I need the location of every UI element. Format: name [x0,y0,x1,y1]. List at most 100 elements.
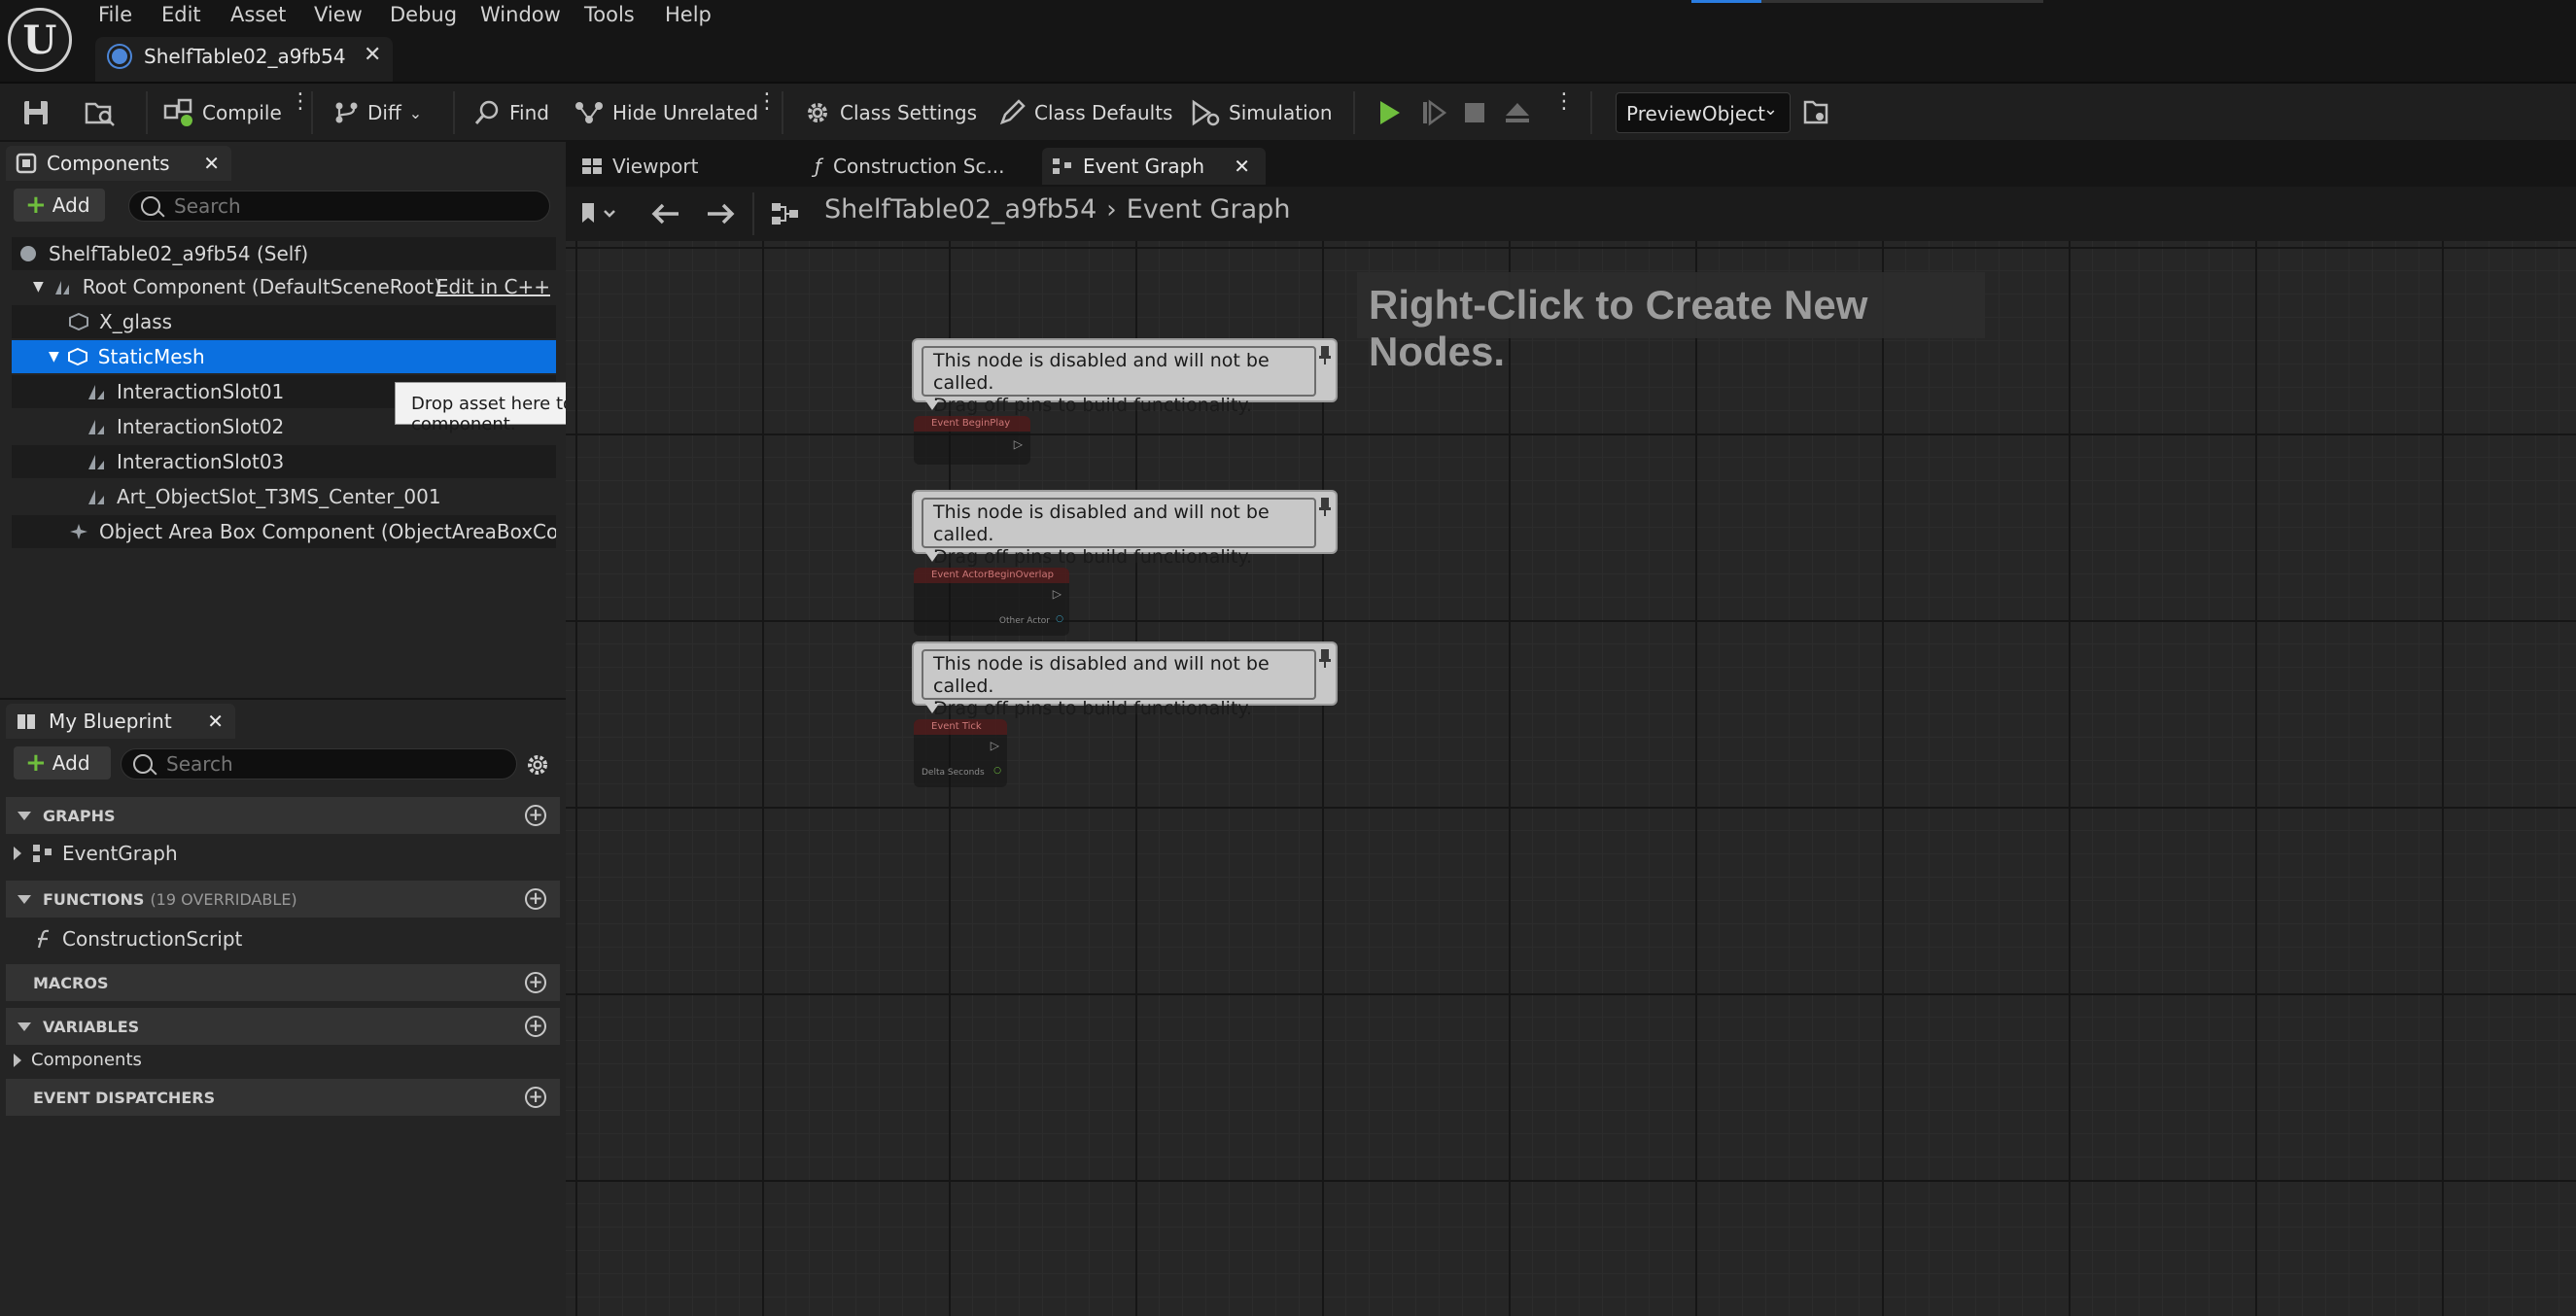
tree-row-art-object-slot[interactable]: Art_ObjectSlot_T3MS_Center_001 [12,480,556,513]
tree-row-x-glass[interactable]: X_glass [12,305,556,338]
category-event-dispatchers[interactable]: EVENT DISPATCHERS + [6,1079,560,1116]
menu-help[interactable]: Help [665,3,712,26]
components-search[interactable] [128,190,550,222]
construction-script-label: ConstructionScript [62,927,243,951]
comment-text: This node is disabled and will not be ca… [922,649,1316,719]
menu-file[interactable]: File [98,3,132,26]
play-options-icon[interactable]: ⋮ [1553,91,1575,113]
toolbar-separator [1353,91,1355,134]
category-functions[interactable]: FUNCTIONS (19 OVERRIDABLE) + [6,881,560,918]
bookmark-button[interactable] [579,200,620,231]
hide-unrelated-button[interactable]: Hide Unrelated [574,91,758,134]
add-function-icon[interactable]: + [525,888,546,910]
tree-row-root-component[interactable]: ▼ Root Component (DefaultSceneRoot) Edit… [12,270,556,303]
event-graph-icon [33,845,52,862]
pin-icon [1319,649,1331,668]
tree-row-self[interactable]: ShelfTable02_a9fb54 (Self) [12,237,556,270]
expand-arrow-icon[interactable] [14,1053,21,1067]
debug-object-select[interactable]: PreviewObject ⌄ [1616,92,1791,133]
menu-view[interactable]: View [314,3,363,26]
event-tick-node[interactable]: Event Tick ▷ Delta Seconds ○ [914,719,1007,787]
breadcrumb-blueprint[interactable]: ShelfTable02_a9fb54 [824,194,1097,225]
menu-debug[interactable]: Debug [390,3,457,26]
exec-pin-icon[interactable]: ▷ [1014,437,1023,451]
menu-edit[interactable]: Edit [161,3,201,26]
category-label: FUNCTIONS [43,889,145,909]
tree-row-static-mesh[interactable]: ▼ StaticMesh [12,340,556,373]
menu-window[interactable]: Window [480,3,561,26]
add-component-button[interactable]: + Add [14,189,105,222]
category-variables[interactable]: VARIABLES + [6,1008,560,1045]
back-button[interactable] [649,200,682,231]
search-icon [141,196,160,216]
close-panel-icon[interactable]: ✕ [207,710,224,733]
menu-tools[interactable]: Tools [584,3,635,26]
hide-unrelated-options-icon[interactable]: ⋮ [756,91,778,113]
graph-hint-text: Right-Click to Create New Nodes. [1357,272,1985,374]
debug-filter-button[interactable] [1802,91,1829,134]
toolbar-separator [453,91,455,134]
window-accent-bar [1691,0,1761,3]
class-defaults-button[interactable]: Class Defaults [997,91,1172,134]
simulation-icon [1192,99,1220,126]
float-pin-icon[interactable]: ○ [993,766,1001,776]
tab-construction-script[interactable]: ƒ Construction Sc... [805,148,1038,185]
tab-event-graph[interactable]: Event Graph ✕ [1042,148,1266,185]
add-macro-icon[interactable]: + [525,972,546,993]
add-event-dispatcher-icon[interactable]: + [525,1087,546,1108]
event-graph-label: EventGraph [62,842,178,865]
add-variable-icon[interactable]: + [525,1016,546,1037]
construction-script-item[interactable]: ConstructionScript [33,927,242,951]
document-tab[interactable]: ShelfTable02_a9fb54 ✕ [95,37,393,82]
tree-row-interaction-slot-03[interactable]: InteractionSlot03 [12,445,556,478]
collapse-arrow-icon[interactable]: ▼ [33,279,44,294]
components-tab[interactable]: Components ✕ [6,146,231,181]
compile-options-icon[interactable]: ⋮ [290,91,311,113]
static-mesh-icon [67,347,88,366]
compile-button[interactable]: Compile [163,91,282,134]
diff-button[interactable]: Diff ⌄ [332,91,422,134]
gear-icon [808,103,827,122]
menu-asset[interactable]: Asset [230,3,286,26]
tree-row-label: InteractionSlot01 [117,380,285,403]
category-macros[interactable]: MACROS + [6,964,560,1001]
exec-pin-icon[interactable]: ▷ [1053,587,1062,601]
find-button[interactable]: Find [472,91,549,134]
components-search-input[interactable] [174,194,543,218]
close-panel-icon[interactable]: ✕ [203,152,220,175]
exec-pin-icon[interactable]: ▷ [991,739,999,752]
add-graph-icon[interactable]: + [525,805,546,826]
add-member-button[interactable]: + Add [14,746,111,779]
close-tab-icon[interactable]: ✕ [364,43,381,67]
eject-button[interactable] [1503,91,1532,134]
breadcrumb-graph[interactable]: Event Graph [1127,194,1291,225]
simulation-button[interactable]: Simulation [1190,91,1333,134]
my-blueprint-tab[interactable]: My Blueprint ✕ [6,704,235,739]
event-actor-begin-overlap-node[interactable]: Event ActorBeginOverlap ▷ Other Actor ○ [914,568,1069,636]
browse-button[interactable] [84,91,117,134]
forward-button[interactable] [704,200,737,231]
tab-viewport[interactable]: Viewport [572,148,795,185]
play-button[interactable] [1375,91,1404,134]
disabled-node-comment: This node is disabled and will not be ca… [912,641,1338,719]
unreal-logo-icon[interactable]: U [8,8,72,72]
components-variable-group[interactable]: Components [14,1050,142,1070]
expand-arrow-icon[interactable] [14,847,21,860]
event-graph-item[interactable]: EventGraph [14,842,178,865]
event-begin-play-node[interactable]: Event BeginPlay ▷ [914,416,1030,465]
collapse-arrow-icon[interactable]: ▼ [49,349,59,364]
category-graphs[interactable]: GRAPHS + [6,797,560,834]
my-blueprint-search-input[interactable] [166,752,497,776]
settings-gear-button[interactable] [525,752,550,781]
my-blueprint-search[interactable] [121,748,517,779]
arrow-left-icon [651,203,679,225]
save-button[interactable] [21,91,51,134]
edit-in-cpp-link[interactable]: Edit in C++ [436,275,550,298]
stop-button[interactable] [1460,91,1489,134]
close-tab-icon[interactable]: ✕ [1234,155,1250,178]
event-graph-canvas[interactable]: Right-Click to Create New Nodes. This no… [566,241,2576,1316]
step-button[interactable] [1419,91,1448,134]
class-settings-button[interactable]: Class Settings [803,91,977,134]
object-pin-icon[interactable]: ○ [1056,614,1063,624]
tree-row-object-area-box[interactable]: Object Area Box Component (ObjectAreaBox… [12,515,556,548]
